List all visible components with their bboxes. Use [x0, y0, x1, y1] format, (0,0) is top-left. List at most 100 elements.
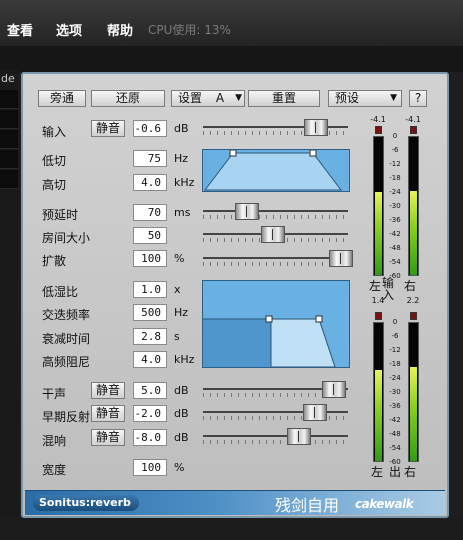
predelay-slider[interactable] [203, 203, 348, 221]
author-label: 残剑自用 [275, 496, 340, 515]
meter-scale-tick: -36 [389, 216, 401, 224]
decay-value[interactable]: 2.8 [133, 328, 167, 345]
cpu-usage: CPU使用: 13% [148, 23, 231, 37]
input-slider-knob[interactable] [304, 119, 329, 136]
left-panel-row[interactable] [0, 150, 18, 169]
roomsize-value[interactable]: 50 [133, 227, 167, 244]
decay-unit: s [174, 330, 180, 343]
setting-dropdown-arrow-icon: ▼ [235, 93, 242, 103]
slider-track [203, 210, 348, 212]
left-panel-label: de [1, 72, 15, 85]
hfdamp-label: 高频阻尼 [42, 355, 91, 369]
input-mute-button[interactable]: 静音 [91, 120, 125, 137]
slider-ticks [203, 215, 348, 219]
early-unit: dB [174, 407, 189, 420]
output-meter-left [373, 312, 384, 462]
setting-select[interactable]: 设置 A ▼ [171, 90, 245, 107]
menu-help[interactable]: 帮助 [107, 20, 133, 39]
reverb-slider-knob[interactable] [286, 428, 311, 445]
crossover-value[interactable]: 500 [133, 304, 167, 321]
meter-scale-tick: -54 [389, 444, 401, 452]
input-meter-left [373, 126, 384, 276]
reverb-mute-button[interactable]: 静音 [91, 429, 125, 446]
hfdamp-value[interactable]: 4.0 [133, 351, 167, 368]
highcut-label: 高切 [42, 178, 67, 192]
lowcut-value[interactable]: 75 [133, 150, 167, 167]
roomsize-slider[interactable] [203, 226, 348, 244]
meter-scale-tick: -60 [389, 458, 401, 466]
lowratio-value[interactable]: 1.0 [133, 281, 167, 298]
meter-fill [375, 192, 382, 275]
help-button[interactable]: ? [409, 90, 427, 107]
meter-clip-indicator [410, 126, 417, 134]
reverb-label: 混响 [42, 434, 67, 448]
lowratio-label: 低湿比 [42, 285, 79, 299]
meter-clip-indicator [375, 312, 382, 320]
diffusion-value[interactable]: 100 [133, 250, 167, 267]
meter-fill [375, 369, 382, 461]
width-value[interactable]: 100 [133, 459, 167, 476]
output-meter-right [408, 312, 419, 462]
dry-slider[interactable] [203, 381, 348, 399]
crossover-unit: Hz [174, 306, 189, 319]
width-label: 宽度 [42, 463, 67, 477]
highcut-value[interactable]: 4.0 [133, 174, 167, 191]
early-value[interactable]: -2.0 [133, 405, 167, 422]
slider-ticks [203, 440, 348, 444]
decay-curve [203, 315, 336, 368]
highcut-handle[interactable] [309, 149, 317, 157]
roomsize-slider-knob[interactable] [260, 226, 285, 243]
menu-options[interactable]: 选项 [56, 20, 82, 39]
meter-scale-tick: 0 [392, 132, 398, 140]
meter-scale-tick: -6 [391, 332, 399, 340]
cakewalk-logo: cakewalk [355, 497, 414, 511]
crossover-handle[interactable] [265, 315, 273, 323]
setting-label: 设置 [178, 91, 203, 105]
early-label: 早期反射 [42, 410, 91, 424]
meter-scale-tick: -48 [389, 244, 401, 252]
input-peak-right: -4.1 [405, 115, 421, 124]
left-panel-row[interactable] [0, 170, 18, 189]
lowcut-handle[interactable] [229, 149, 237, 157]
menu-view[interactable]: 查看 [7, 20, 33, 39]
input-value[interactable]: -0.6 [133, 120, 167, 137]
hfdamp-unit: kHz [174, 353, 195, 366]
meter-scale-tick: -42 [389, 230, 401, 238]
setting-value: A [215, 91, 225, 105]
reverb-value[interactable]: -8.0 [133, 429, 167, 446]
eq-filter-graph[interactable] [202, 149, 350, 192]
lowcut-unit: Hz [174, 152, 189, 165]
meter-fill [410, 367, 417, 461]
early-slider[interactable] [203, 404, 348, 422]
left-panel-row[interactable] [0, 110, 18, 129]
reset-button[interactable]: 重置 [248, 90, 320, 107]
diffusion-slider-knob[interactable] [328, 250, 353, 267]
predelay-unit: ms [174, 206, 191, 219]
input-unit: dB [174, 122, 189, 135]
left-panel-row[interactable] [0, 90, 18, 109]
output-peak-left: 1.4 [371, 296, 385, 305]
early-slider-knob[interactable] [302, 404, 327, 421]
reverb-slider[interactable] [203, 428, 348, 446]
predelay-slider-knob[interactable] [234, 203, 259, 220]
predelay-value[interactable]: 70 [133, 204, 167, 221]
meter-scale-tick: -24 [389, 374, 401, 382]
bypass-button[interactable]: 旁通 [38, 90, 86, 107]
dry-slider-knob[interactable] [321, 381, 346, 398]
preset-select[interactable]: 预设 ▼ [328, 90, 402, 107]
restore-button[interactable]: 还原 [91, 90, 165, 107]
roomsize-label: 房间大小 [42, 231, 91, 245]
meter-scale-tick: -60 [389, 272, 401, 280]
meter-clip-indicator [375, 126, 382, 134]
early-mute-button[interactable]: 静音 [91, 405, 125, 422]
meter-scale-tick: -24 [389, 188, 401, 196]
input-slider[interactable] [203, 119, 348, 137]
crossover-label: 交迭频率 [42, 308, 91, 322]
decay-graph[interactable] [202, 280, 350, 368]
dry-mute-button[interactable]: 静音 [91, 382, 125, 399]
dry-value[interactable]: 5.0 [133, 382, 167, 399]
hfdamp-handle[interactable] [315, 315, 323, 323]
left-panel-row[interactable] [0, 130, 18, 149]
predelay-label: 预延时 [42, 208, 79, 222]
diffusion-slider[interactable] [203, 250, 353, 268]
